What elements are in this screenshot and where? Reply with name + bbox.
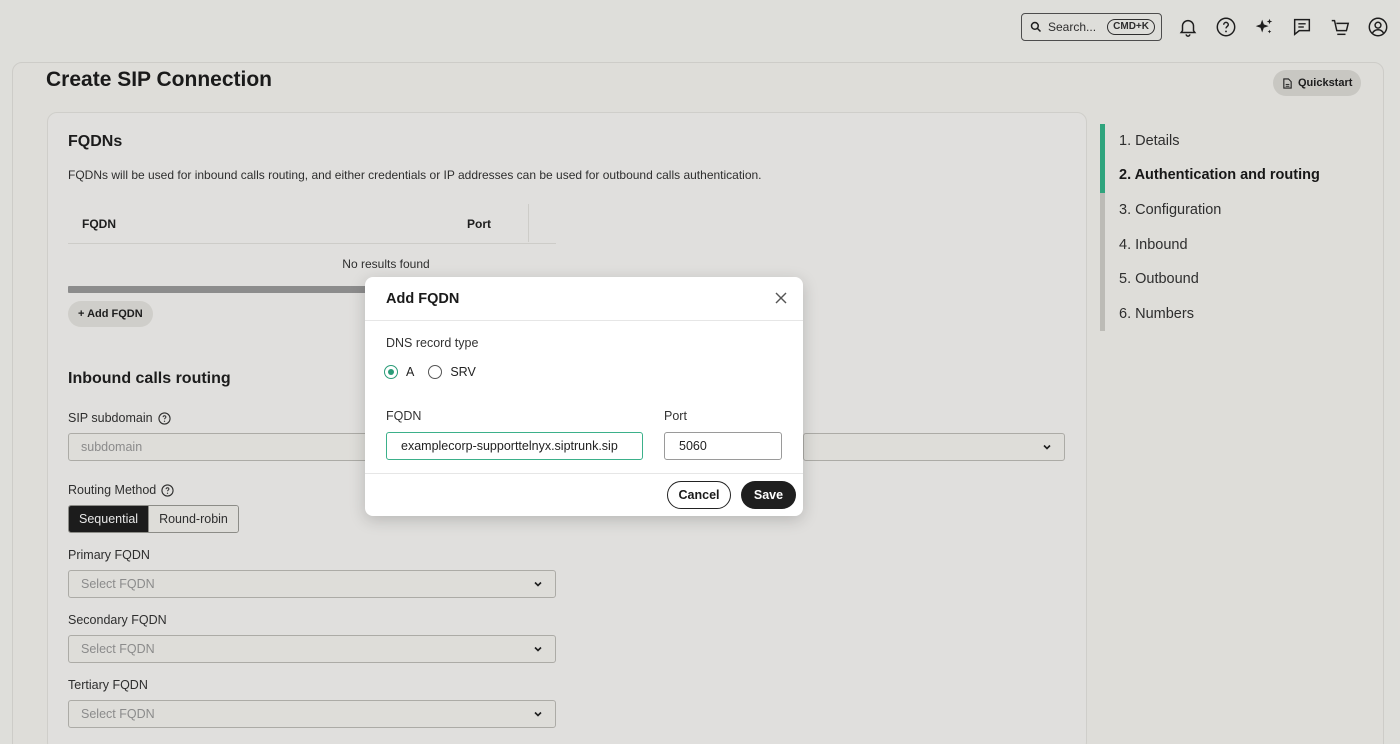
- save-button[interactable]: Save: [741, 481, 796, 509]
- fqdn-field-label: FQDN: [386, 409, 422, 423]
- dns-radio-a-label[interactable]: A: [406, 365, 414, 379]
- dns-record-type-radio-group: A SRV: [384, 365, 476, 379]
- modal-header-divider: [365, 320, 803, 321]
- port-input[interactable]: 5060: [664, 432, 782, 460]
- cancel-button[interactable]: Cancel: [667, 481, 731, 509]
- modal-title: Add FQDN: [386, 291, 460, 307]
- dns-radio-srv[interactable]: [428, 365, 443, 379]
- dns-record-type-label: DNS record type: [386, 336, 479, 350]
- close-icon[interactable]: [774, 291, 788, 305]
- dns-radio-a[interactable]: [384, 365, 398, 379]
- modal-footer-divider: [365, 473, 803, 474]
- dns-radio-srv-label[interactable]: SRV: [450, 365, 475, 379]
- fqdn-input[interactable]: examplecorp-supporttelnyx.siptrunk.sip: [386, 432, 643, 460]
- add-fqdn-modal: Add FQDN DNS record type A SRV FQDN exam…: [365, 277, 803, 516]
- port-field-label: Port: [664, 409, 687, 423]
